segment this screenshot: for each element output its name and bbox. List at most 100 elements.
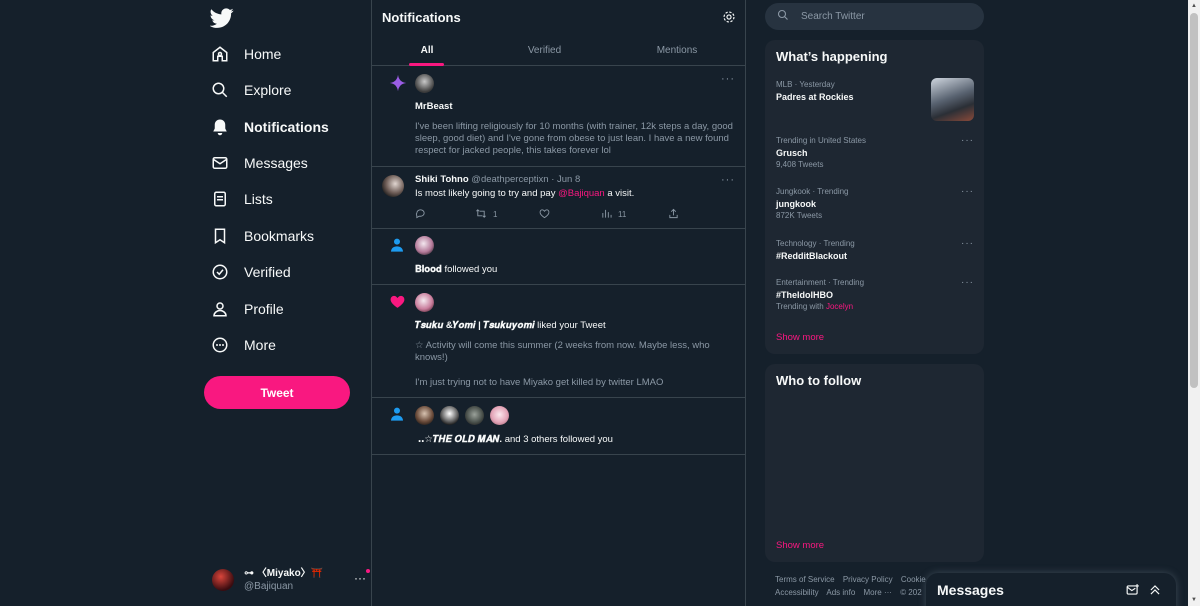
liker-name[interactable]: 𝑻𝒔𝒖𝒌𝒖 &𝒀𝒐𝒎𝒊 | 𝑻𝒔𝒖𝒌𝒖𝒚𝒐𝒎𝒊 [415, 320, 535, 331]
tab-all[interactable]: All [372, 34, 482, 66]
footer-link[interactable]: Ads info [826, 588, 855, 597]
like-button[interactable] [539, 208, 550, 221]
nav-verified[interactable]: Verified [210, 254, 291, 290]
trend-item[interactable]: Technology · Trending #RedditBlackout ··… [776, 238, 976, 262]
notification-item[interactable]: ‥☆𝑻𝑯𝑬 𝑶𝑳𝑫 𝑴𝑨𝑵. and 3 others followed you [372, 398, 745, 455]
nav-explore-label: Explore [244, 82, 292, 98]
nav-more[interactable]: More [210, 327, 276, 363]
heart-icon [389, 293, 406, 315]
nav-home-label: Home [244, 46, 282, 62]
avatar[interactable] [415, 236, 434, 255]
mention-link[interactable]: @Bajiquan [558, 188, 605, 199]
trend-item[interactable]: Jungkook · Trending jungkook 872K Tweets… [776, 186, 976, 222]
trend-meta: Jungkook · Trending [776, 187, 849, 196]
nav-home[interactable]: Home [210, 36, 281, 72]
more-dots-icon[interactable]: ··· [961, 277, 974, 289]
copyright: © 202 [900, 588, 922, 597]
twitter-logo-icon[interactable] [209, 6, 234, 30]
tweet-handle[interactable]: @deathperceptixn [471, 174, 548, 185]
scroll-up-arrow-icon[interactable]: ▲ [1188, 0, 1200, 12]
home-icon [210, 44, 230, 64]
show-more-link[interactable]: Show more [776, 540, 824, 551]
envelope-icon [210, 153, 230, 173]
avatar[interactable] [465, 406, 484, 425]
nav-messages[interactable]: Messages [210, 145, 308, 181]
account-name: ⊶ 〈Miyako〉⛩️ [244, 568, 324, 579]
notification-item[interactable]: ··· MrBeast I've been lifting religiousl… [372, 66, 745, 167]
trend-with-link[interactable]: Jocelyn [826, 302, 853, 311]
scrollbar-thumb[interactable] [1190, 13, 1198, 388]
retweet-icon [475, 208, 487, 221]
liked-tweet-text: I'm just trying not to have Miyako get k… [415, 377, 664, 388]
follower-name[interactable]: ‥☆𝑻𝑯𝑬 𝑶𝑳𝑫 𝑴𝑨𝑵. [418, 434, 502, 445]
trend-count: Trending with [776, 302, 826, 311]
search-icon [210, 80, 230, 100]
nav-more-label: More [244, 337, 276, 353]
more-dots-icon[interactable]: ··· [961, 186, 974, 198]
more-dots-icon[interactable]: ··· [721, 174, 735, 186]
more-dots-icon[interactable]: ··· [961, 135, 974, 147]
retweet-button[interactable]: 1 [475, 208, 497, 221]
avatar[interactable] [382, 175, 404, 197]
nav-bookmarks[interactable]: Bookmarks [210, 218, 314, 254]
view-count: 11 [618, 210, 627, 219]
nav-notifications-label: Notifications [244, 119, 329, 135]
trend-image[interactable] [931, 78, 974, 121]
scroll-down-arrow-icon[interactable]: ▼ [1188, 594, 1200, 606]
footer-link[interactable]: Terms of Service [775, 575, 835, 584]
tab-verified[interactable]: Verified [482, 34, 607, 66]
trend-meta: Technology · Trending [776, 239, 855, 248]
page-scrollbar[interactable]: ▲ ▼ [1188, 0, 1200, 606]
reply-button[interactable] [415, 208, 426, 221]
more-dots-icon[interactable]: ··· [354, 571, 366, 585]
trend-item[interactable]: Entertainment · Trending #TheIdolHBO Tre… [776, 277, 976, 313]
trend-count: 9,408 Tweets [776, 160, 824, 169]
show-more-link[interactable]: Show more [776, 332, 824, 343]
person-follow-icon [389, 406, 405, 427]
tweet-button[interactable]: Tweet [204, 376, 350, 409]
nav-notifications[interactable]: Notifications [210, 109, 329, 145]
nav-lists[interactable]: Lists [210, 181, 273, 217]
notification-author[interactable]: MrBeast [415, 101, 453, 113]
tab-mentions[interactable]: Mentions [607, 34, 747, 66]
more-dots-icon[interactable]: ··· [961, 238, 974, 250]
notification-item[interactable]: 𝑻𝒔𝒖𝒌𝒖 &𝒀𝒐𝒎𝒊 | 𝑻𝒔𝒖𝒌𝒖𝒚𝒐𝒎𝒊 liked your Tweet… [372, 285, 745, 398]
footer-link[interactable]: Cookie [901, 575, 926, 584]
avatar[interactable] [440, 406, 459, 425]
search-bar[interactable] [765, 3, 984, 30]
nav-profile[interactable]: Profile [210, 291, 284, 327]
share-button[interactable] [668, 208, 679, 221]
tweet-date[interactable]: Jun 8 [557, 174, 580, 185]
footer-link[interactable]: More ··· [864, 588, 892, 597]
analytics-icon [601, 208, 612, 221]
search-input[interactable] [801, 11, 971, 22]
nav-bookmarks-label: Bookmarks [244, 228, 315, 244]
share-icon [668, 208, 679, 221]
account-switcher[interactable]: ⊶ 〈Miyako〉⛩️ @Bajiquan ··· [212, 565, 370, 595]
follower-name[interactable]: 𝐁𝐥𝐨𝐨𝐝 [415, 264, 442, 275]
avatar[interactable] [415, 74, 434, 93]
expand-chevron-icon[interactable] [1148, 583, 1162, 597]
sparkle-icon [389, 74, 407, 97]
more-dots-icon[interactable]: ··· [721, 73, 735, 85]
tweet-item[interactable]: Shiki Tohno @deathperceptixn · Jun 8 ···… [372, 167, 745, 229]
trend-count: 872K Tweets [776, 211, 823, 220]
nav-explore[interactable]: Explore [210, 72, 291, 108]
notification-item[interactable]: 𝐁𝐥𝐨𝐨𝐝 followed you [372, 229, 745, 285]
new-message-icon[interactable] [1126, 583, 1140, 597]
trend-item[interactable]: Trending in United States Grusch 9,408 T… [776, 135, 976, 171]
messages-drawer[interactable]: Messages [926, 573, 1176, 606]
avatar[interactable] [415, 293, 434, 312]
gear-icon[interactable] [722, 10, 736, 24]
avatar[interactable] [415, 406, 434, 425]
nav-verified-label: Verified [244, 264, 291, 280]
views-button[interactable]: 11 [601, 208, 626, 221]
footer-link[interactable]: Accessibility [775, 588, 819, 597]
tweet-text: Is most likely going to try and pay @Baj… [415, 188, 634, 200]
tweet-author[interactable]: Shiki Tohno [415, 174, 469, 185]
footer-link[interactable]: Privacy Policy [843, 575, 893, 584]
verified-icon [210, 262, 230, 282]
avatar[interactable] [490, 406, 509, 425]
nav-lists-label: Lists [244, 191, 273, 207]
whats-happening-panel: What’s happening MLB · Yesterday Padres … [765, 40, 984, 354]
